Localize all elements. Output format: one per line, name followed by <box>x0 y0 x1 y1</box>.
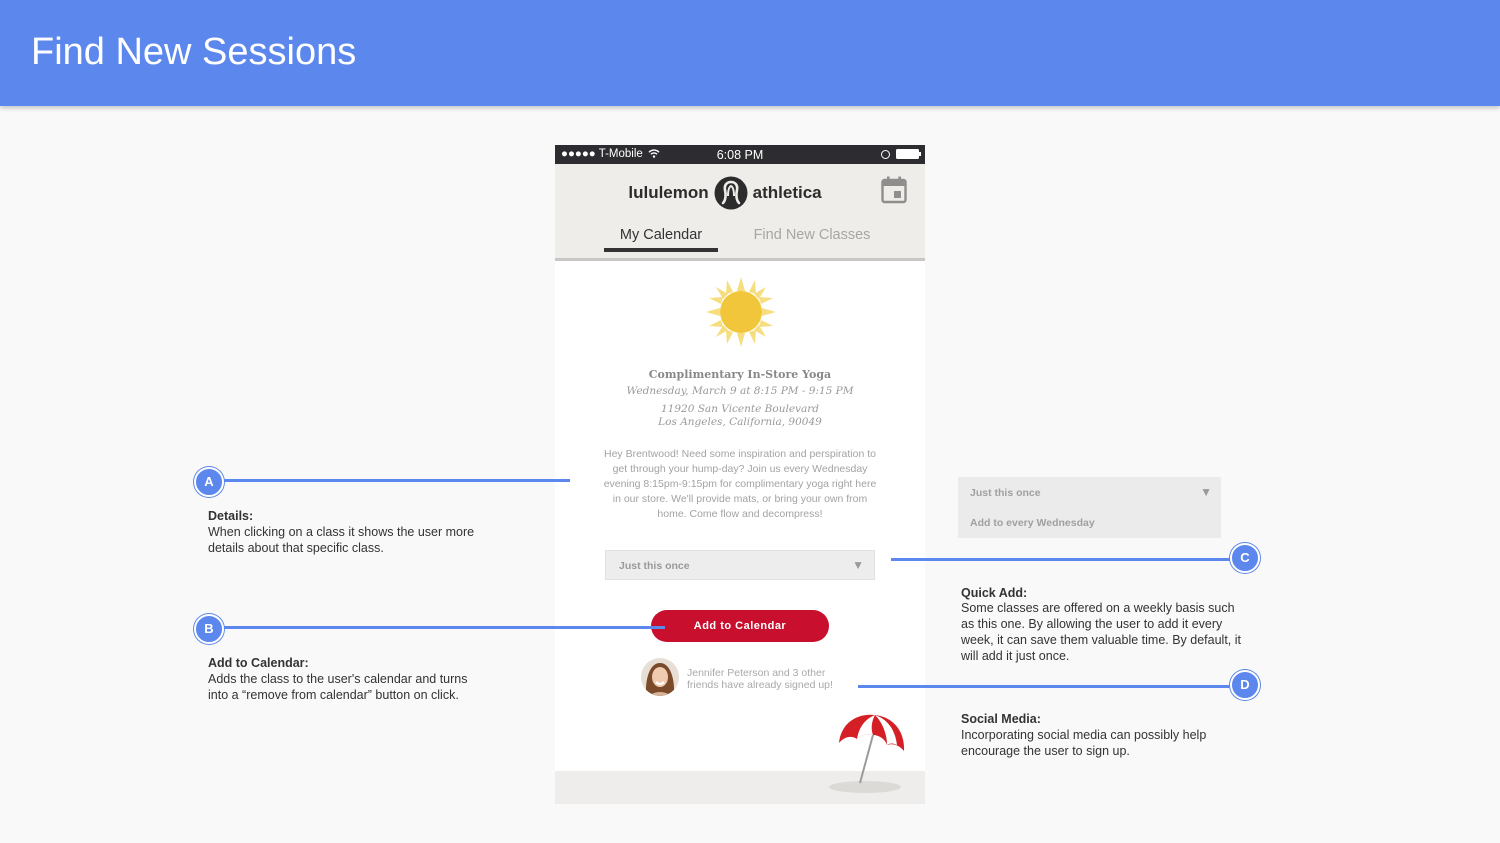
alarm-icon <box>881 149 890 159</box>
umbrella-icon <box>829 714 905 793</box>
class-description: Hey Brentwood! Need some inspiration and… <box>603 448 877 520</box>
add-to-calendar-button[interactable]: Add to Calendar <box>651 610 829 642</box>
repeat-select[interactable]: Just this once ▼ <box>605 550 875 580</box>
status-time: 6:08 PM <box>716 148 764 162</box>
repeat-select-value: Just this once <box>619 560 690 572</box>
chevron-down-icon: ▼ <box>852 558 864 572</box>
phone-mockup: ●●●●● T-Mobile 6:08 PM lululemon athleti… <box>555 145 925 804</box>
social-proof-text-line1: Jennifer Peterson and 3 other <box>687 667 826 679</box>
header-bar: Find New Sessions <box>0 0 1500 106</box>
annotation-a-body: When clicking on a class it shows the us… <box>208 525 475 555</box>
lululemon-logo-icon <box>714 176 748 210</box>
annotation-d-body: Incorporating social media can possibly … <box>961 728 1207 758</box>
logo-text-right: athletica <box>752 183 822 202</box>
annotation-c-body: Some classes are offered on a weekly bas… <box>961 601 1241 663</box>
chevron-down-icon: ▼ <box>1200 485 1212 499</box>
connector-line-c <box>891 558 1244 561</box>
social-proof-text-line2: friends have already signed up! <box>687 679 833 691</box>
status-icons <box>881 149 921 159</box>
annotation-d-title: Social Media: <box>961 712 1041 726</box>
tab-my-calendar[interactable]: My Calendar <box>604 227 718 252</box>
page-title: Find New Sessions <box>31 31 357 73</box>
avatar[interactable] <box>641 658 679 696</box>
sun-icon <box>706 277 776 347</box>
class-datetime: Wednesday, March 9 at 8:15 PM - 9:15 PM <box>626 385 854 397</box>
annotation-b-title: Add to Calendar: <box>208 656 309 670</box>
dropdown-option-every-wednesday[interactable]: Add to every Wednesday <box>970 517 1095 529</box>
calendar-icon[interactable] <box>881 176 907 204</box>
tab-find-new-classes[interactable]: Find New Classes <box>745 227 879 243</box>
connector-line-a <box>209 479 570 482</box>
repeat-select-expanded[interactable]: Just this once ▼ Add to every Wednesday <box>958 477 1221 538</box>
connector-line-b <box>209 626 665 629</box>
battery-icon <box>896 149 921 159</box>
badge-b: B <box>194 614 224 644</box>
badge-a: A <box>194 467 224 497</box>
app-bar: lululemon athletica My Calendar Find New… <box>555 164 925 261</box>
class-address-line1: 11920 San Vicente Boulevard <box>661 403 819 415</box>
badge-d: D <box>1230 670 1260 700</box>
dropdown-option-just-this-once[interactable]: Just this once <box>970 487 1041 499</box>
annotation-b-body: Adds the class to the user's calendar an… <box>208 672 468 702</box>
class-address-line2: Los Angeles, California, 90049 <box>658 416 822 428</box>
class-title[interactable]: Complimentary In-Store Yoga <box>555 368 925 381</box>
badge-c: C <box>1230 543 1260 573</box>
annotation-c-title: Quick Add: <box>961 586 1028 600</box>
connector-line-d <box>858 685 1244 688</box>
logo-text-left: lululemon <box>628 183 709 202</box>
annotation-a-title: Details: <box>208 509 254 523</box>
brand-logo: lululemon athletica <box>555 176 925 210</box>
status-bar: ●●●●● T-Mobile 6:08 PM <box>555 145 925 164</box>
